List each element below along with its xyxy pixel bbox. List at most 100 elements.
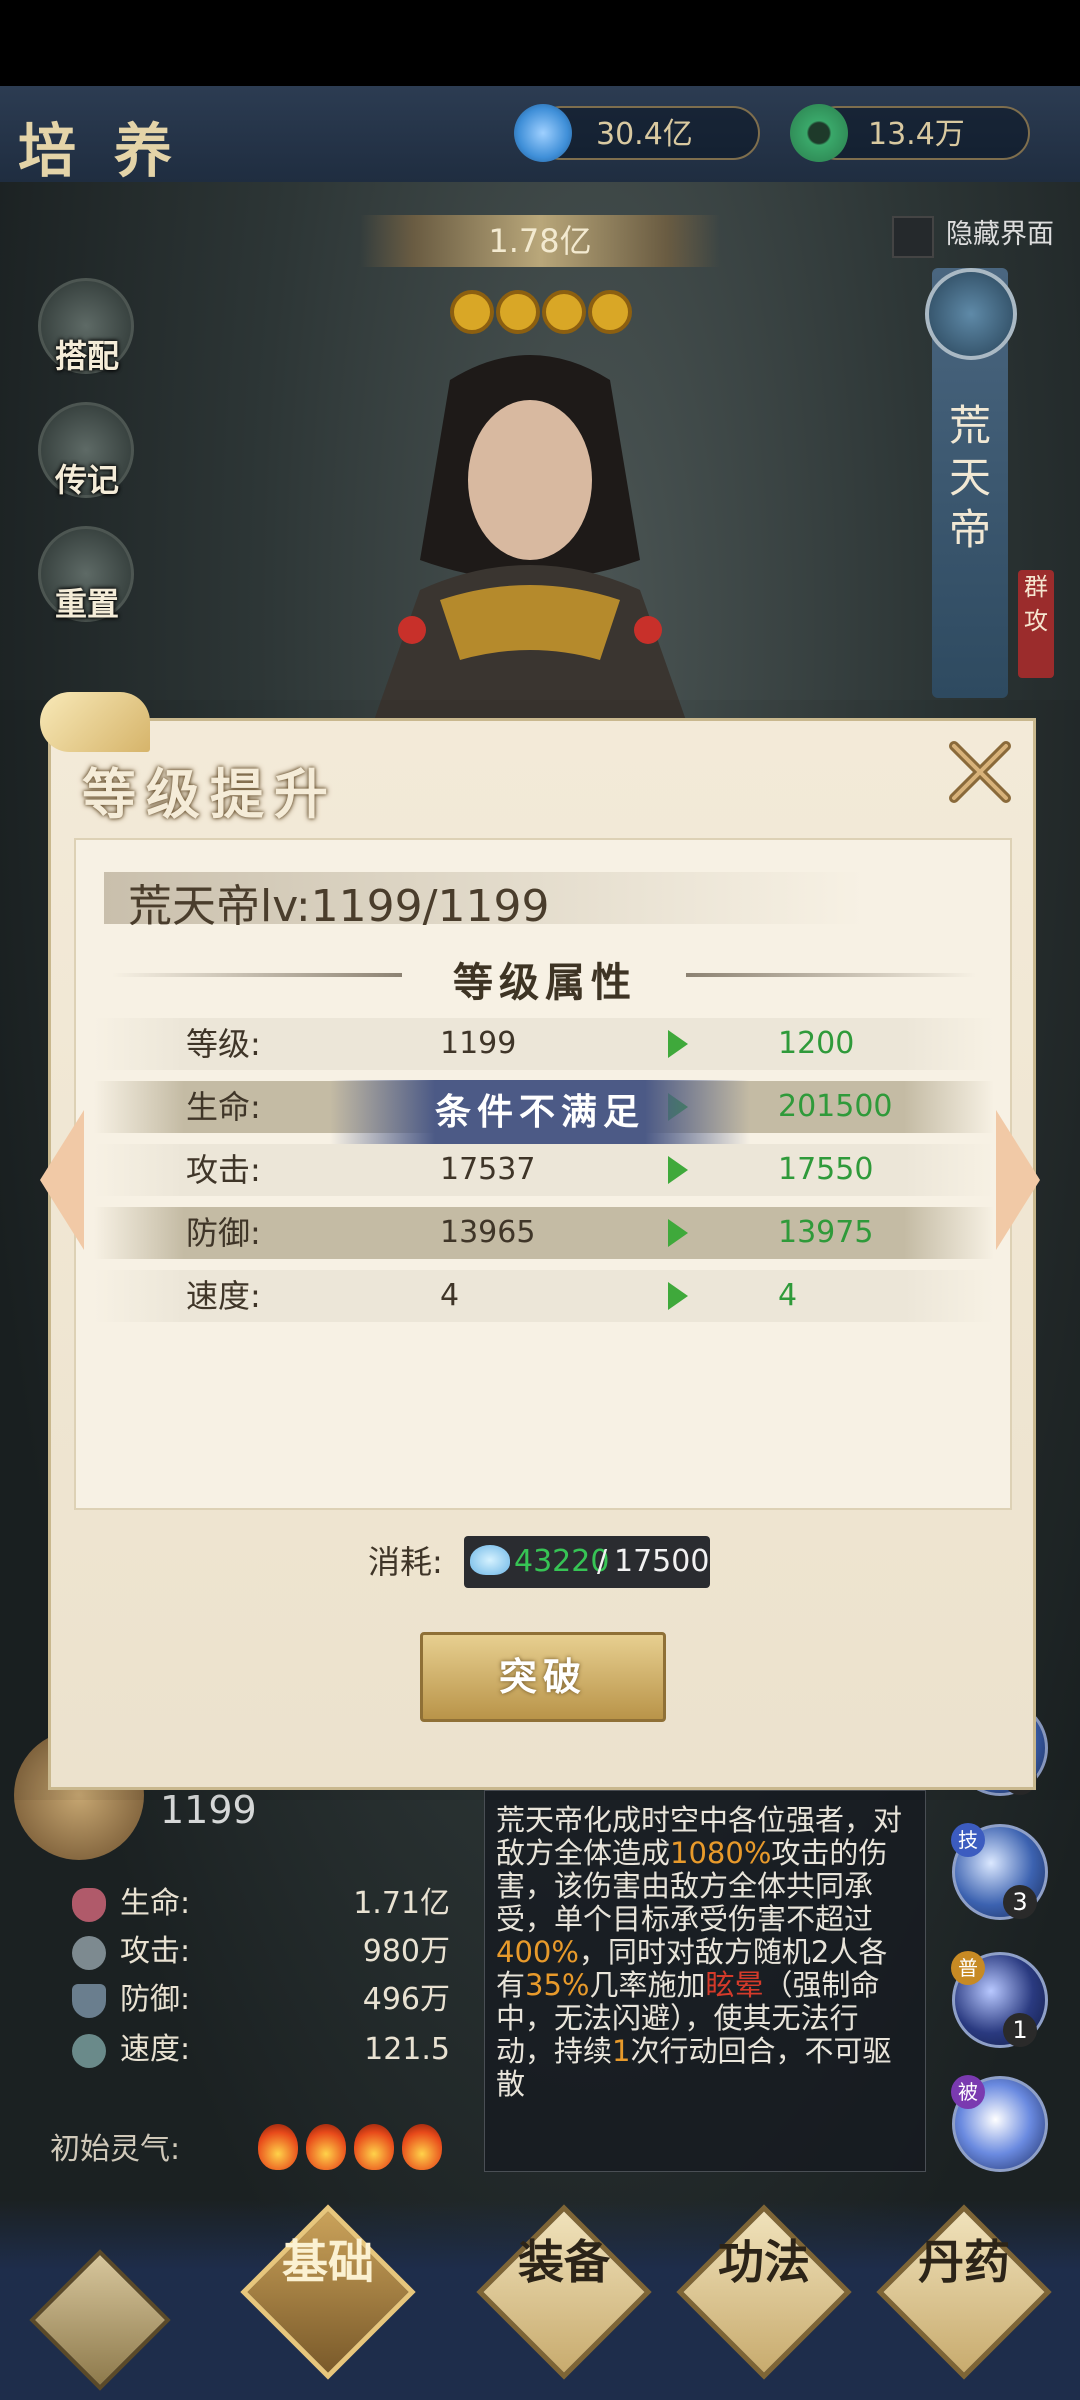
skill-count: 3 (1003, 1885, 1037, 1919)
scroll-ornament-icon (40, 692, 150, 752)
arrow-right-icon (668, 1282, 688, 1310)
tab-basic-label: 基础 (282, 2235, 374, 2289)
arrow-right-icon (668, 1219, 688, 1247)
gem-currency[interactable]: 30.4亿 (514, 104, 760, 162)
stat-attack: 攻击: 980万 (50, 1928, 450, 1976)
gem-amount: 30.4亿 (596, 117, 693, 152)
stat-defense: 防御: 496万 (50, 1976, 450, 2024)
stat-row-speed: 速度: 4 4 (94, 1270, 994, 1322)
stat-next: 201500 (778, 1089, 893, 1124)
stat-value: 1.71亿 (353, 1886, 450, 1921)
stat-next: 4 (778, 1278, 798, 1313)
skill-type-tag: 技 (951, 1823, 985, 1857)
cost-label: 消耗: (368, 1543, 443, 1581)
stat-current: 4 (440, 1278, 460, 1313)
tab-equipment-label: 装备 (518, 2235, 610, 2289)
arrow-right-icon (668, 1156, 688, 1184)
skill-highlight: 400% (496, 1935, 579, 1969)
stat-label: 攻击: (120, 1934, 191, 1969)
skill-orb[interactable]: 技 3 (951, 1823, 1048, 1920)
shield-icon (72, 1984, 106, 2018)
skill-type-tag: 普 (951, 1951, 985, 1985)
biography-button[interactable]: 传记 (38, 402, 134, 499)
reset-button[interactable]: 重置 (38, 526, 134, 623)
skill-description: 荒天帝化成时空中各位强者，对敌方全体造成1080%攻击的伤害，该伤害由敌方全体共… (496, 1804, 908, 2101)
heart-icon (72, 1888, 106, 1922)
arrow-right-icon (668, 1030, 688, 1058)
flame-icon (258, 2124, 298, 2170)
stat-row-attack: 攻击: 17537 17550 (94, 1144, 994, 1196)
stat-speed: 速度: 121.5 (50, 2026, 450, 2074)
skill-highlight: 1 (612, 2034, 631, 2068)
skill-highlight: 1080% (670, 1836, 772, 1870)
stat-label: 等级: (186, 1025, 261, 1063)
hide-ui-label: 隐藏界面 (946, 219, 1054, 250)
skill-orb[interactable]: 普 1 (951, 1951, 1048, 2048)
hide-ui-checkbox[interactable] (892, 216, 934, 258)
dialog-title: 等级提升 (82, 762, 338, 826)
tab-skills-label: 功法 (718, 2235, 810, 2289)
stat-label: 速度: (120, 2032, 191, 2067)
cost-separator: / (597, 1544, 608, 1579)
stat-value: 121.5 (364, 2032, 450, 2067)
stat-label: 生命: (186, 1088, 261, 1126)
breakthrough-button[interactable]: 突破 (420, 1632, 666, 1722)
stat-next: 1200 (778, 1026, 855, 1061)
prev-hero-arrow-icon[interactable] (40, 1110, 84, 1250)
attack-type-tag: 群攻 (1018, 570, 1054, 678)
stat-value: 980万 (362, 1934, 450, 1969)
stat-next: 17550 (778, 1152, 874, 1187)
stat-value: 496万 (362, 1982, 450, 2017)
jade-currency[interactable]: 13.4万 (790, 104, 1030, 162)
next-hero-arrow-icon[interactable] (996, 1110, 1040, 1250)
skill-highlight: 35% (525, 1968, 590, 2002)
biography-label: 传记 (54, 461, 119, 499)
stat-label: 防御: (186, 1214, 261, 1252)
jade-coin-icon (790, 104, 848, 162)
hero-name-vertical: 荒天帝 (948, 401, 991, 554)
lotus-icon (470, 1545, 510, 1575)
stat-label: 攻击: (186, 1151, 261, 1189)
stat-label: 速度: (186, 1277, 261, 1315)
flame-icon (354, 2124, 394, 2170)
divider (112, 973, 402, 977)
page-title: 培养 (18, 117, 211, 185)
skill-text: 几率施加 (589, 1968, 706, 2002)
stat-row-level: 等级: 1199 1200 (94, 1018, 994, 1070)
crystal-icon (514, 104, 572, 162)
cost-owned: 43220 (514, 1544, 610, 1579)
skill-count: 1 (1003, 2013, 1037, 2047)
stat-next: 13975 (778, 1215, 874, 1250)
swirl-emblem-icon (925, 268, 1017, 360)
top-bar: 培养 30.4亿 13.4万 (0, 86, 1080, 185)
reset-label: 重置 (54, 585, 119, 623)
section-title: 等级属性 (453, 959, 637, 1006)
star-icon (588, 290, 632, 334)
divider (686, 973, 976, 977)
stat-current: 17537 (440, 1152, 536, 1187)
outfit-button[interactable]: 搭配 (38, 278, 134, 375)
skill-type-tag: 被 (951, 2075, 985, 2109)
status-bar (0, 0, 1080, 86)
skill-status-keyword: 眩晕 (705, 1968, 764, 2002)
close-icon[interactable] (942, 734, 1018, 810)
stat-hp: 生命: 1.71亿 (50, 1880, 450, 1928)
hero-portrait (360, 355, 700, 760)
stat-current: 1199 (440, 1026, 517, 1061)
combat-power: 1.78亿 (360, 215, 720, 267)
stat-label: 防御: (120, 1982, 191, 2017)
skill-orb[interactable]: 被 (951, 2075, 1048, 2172)
stat-current: 13965 (440, 1215, 536, 1250)
stat-row-defense: 防御: 13965 13975 (94, 1207, 994, 1259)
jade-amount: 13.4万 (868, 117, 965, 152)
tab-pills-label: 丹药 (918, 2235, 1010, 2289)
stat-label: 生命: (120, 1886, 191, 1921)
star-icon (496, 290, 540, 334)
sword-icon (72, 1936, 106, 1970)
wind-icon (72, 2034, 106, 2068)
hero-level-label: 荒天帝lv:1199/1199 (128, 881, 550, 932)
outfit-label: 搭配 (54, 337, 119, 375)
flame-icon (402, 2124, 442, 2170)
aura-label: 初始灵气: (50, 2132, 181, 2167)
flame-icon (306, 2124, 346, 2170)
